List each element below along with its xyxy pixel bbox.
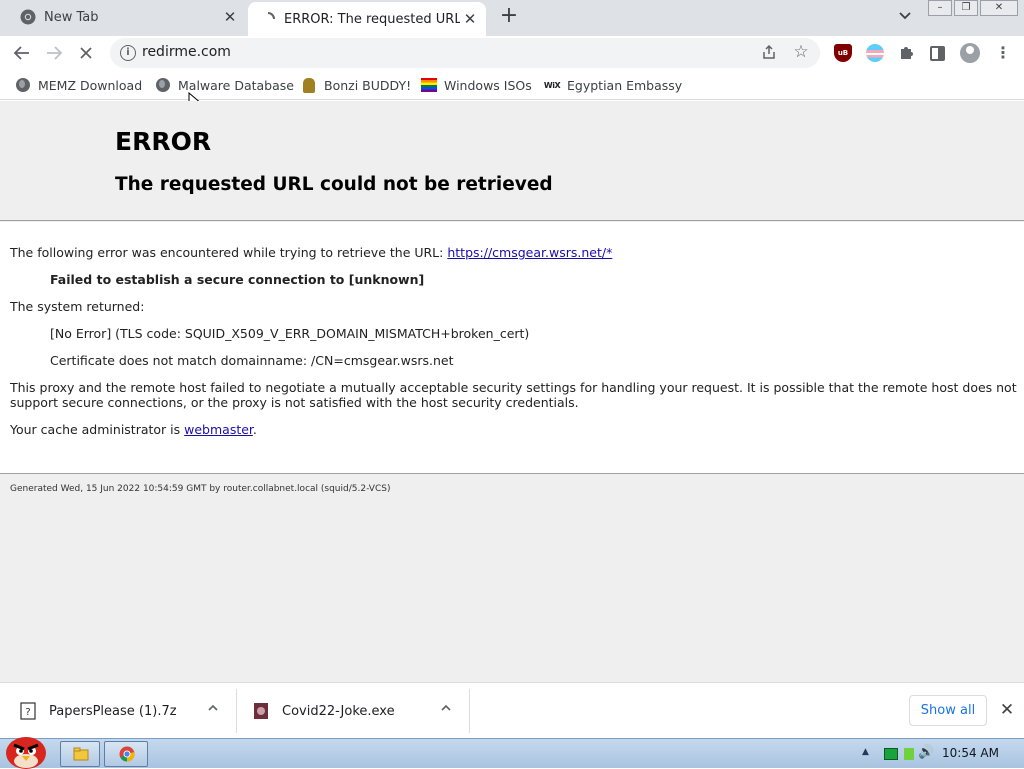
bookmark-star-icon[interactable]: ☆ bbox=[792, 42, 810, 62]
tray-expand-icon[interactable]: ▲ bbox=[862, 747, 869, 757]
svg-text:?: ? bbox=[25, 707, 30, 718]
page-content: ERROR The requested URL could not be ret… bbox=[0, 101, 1024, 682]
requested-url-link[interactable]: https://cmsgear.wsrs.net/* bbox=[447, 245, 612, 260]
network-icon[interactable] bbox=[884, 748, 898, 760]
forward-arrow-icon[interactable] bbox=[42, 41, 66, 65]
ublock-origin-icon[interactable]: uB bbox=[834, 44, 852, 62]
bookmark-bonzi-buddy[interactable]: Bonzi BUDDY! bbox=[301, 75, 411, 95]
bookmark-label: Windows ISOs bbox=[444, 77, 532, 93]
close-tab-icon[interactable]: ✕ bbox=[220, 7, 240, 27]
bookmark-windows-isos[interactable]: Windows ISOs bbox=[421, 75, 532, 95]
chrome-icon bbox=[119, 746, 135, 762]
error-body: The following error was encountered whil… bbox=[0, 222, 1024, 474]
rainbow-flag-icon bbox=[421, 77, 437, 93]
archive-icon: ? bbox=[20, 702, 36, 720]
taskbar-chrome-button[interactable] bbox=[104, 741, 148, 767]
tab-title: New Tab bbox=[44, 9, 99, 25]
globe-icon bbox=[15, 77, 31, 93]
explanation-line-2: support secure connections, or the proxy… bbox=[10, 395, 579, 410]
download-item-covid22[interactable]: Covid22-Joke.exe bbox=[253, 683, 395, 739]
tab-error-page[interactable]: ERROR: The requested URL could not be re… bbox=[248, 2, 486, 36]
cache-admin-suffix: . bbox=[252, 422, 257, 437]
back-arrow-icon[interactable] bbox=[10, 41, 34, 65]
error-intro-line: The following error was encountered whil… bbox=[10, 245, 612, 260]
restore-icon[interactable]: ❐ bbox=[954, 0, 978, 16]
taskbar: ▲ 🔊 10:54 AM bbox=[0, 737, 1024, 769]
chrome-icon bbox=[20, 9, 36, 25]
loading-icon bbox=[260, 11, 276, 27]
tab-title: ERROR: The requested URL could not be re… bbox=[284, 11, 460, 27]
minimize-icon[interactable]: – bbox=[928, 0, 952, 16]
generated-footer: Generated Wed, 15 Jun 2022 10:54:59 GMT … bbox=[10, 484, 391, 494]
stop-loading-icon[interactable] bbox=[74, 41, 98, 65]
chevron-up-icon[interactable] bbox=[438, 702, 454, 718]
tab-new-tab[interactable]: New Tab ✕ bbox=[8, 0, 246, 34]
extension-flag-icon[interactable] bbox=[866, 44, 884, 62]
show-all-button[interactable]: Show all bbox=[909, 695, 987, 726]
bookmark-label: Egyptian Embassy bbox=[567, 77, 683, 93]
bookmark-memz-download[interactable]: MEMZ Download bbox=[15, 75, 142, 95]
explanation-line-1: This proxy and the remote host failed to… bbox=[10, 380, 1017, 395]
page-subtitle: The requested URL could not be retrieved bbox=[115, 174, 553, 195]
side-panel-icon[interactable] bbox=[930, 46, 945, 61]
certificate-mismatch-text: Certificate does not match domainname: /… bbox=[50, 353, 454, 368]
bookmark-malware-database[interactable]: Malware Database bbox=[155, 75, 294, 95]
taskbar-explorer-button[interactable] bbox=[60, 741, 100, 767]
chevron-up-icon[interactable] bbox=[205, 702, 221, 718]
globe-icon bbox=[155, 77, 171, 93]
profile-avatar-icon[interactable] bbox=[960, 43, 980, 63]
download-filename: PapersPlease (1).7z bbox=[49, 703, 177, 719]
webmaster-link[interactable]: webmaster bbox=[184, 422, 253, 437]
download-filename: Covid22-Joke.exe bbox=[282, 703, 395, 719]
browser-menu-icon[interactable]: ⋮ bbox=[994, 44, 1012, 62]
bookmarks-bar: MEMZ Download Malware Database Bonzi BUD… bbox=[0, 70, 1024, 113]
window-close-icon[interactable]: ✕ bbox=[980, 0, 1018, 16]
tls-error-code: [No Error] (TLS code: SQUID_X509_V_ERR_D… bbox=[50, 326, 530, 341]
bookmark-egyptian-embassy[interactable]: WiX Egyptian Embassy bbox=[544, 75, 682, 95]
error-intro-text: The following error was encountered whil… bbox=[10, 245, 444, 260]
site-info-icon[interactable]: i bbox=[120, 45, 136, 61]
close-tab-icon[interactable]: ✕ bbox=[460, 9, 480, 29]
close-downloads-icon[interactable]: ✕ bbox=[998, 701, 1016, 719]
page-title: ERROR bbox=[115, 127, 212, 156]
window-controls: – ❐ ✕ bbox=[928, 0, 1018, 18]
folder-icon bbox=[73, 747, 89, 761]
bookmark-label: Malware Database bbox=[178, 77, 294, 93]
downloads-bar: ? PapersPlease (1).7z Covid22-Joke.exe S… bbox=[0, 682, 1024, 738]
download-separator bbox=[469, 689, 470, 733]
error-bold-message: Failed to establish a secure connection … bbox=[50, 272, 425, 287]
start-button-angry-bird-icon[interactable] bbox=[2, 731, 50, 769]
bookmark-label: Bonzi BUDDY! bbox=[324, 77, 412, 93]
share-icon[interactable] bbox=[760, 44, 778, 62]
system-returned-label: The system returned: bbox=[10, 299, 145, 314]
tab-strip: New Tab ✕ ERROR: The requested URL could… bbox=[0, 0, 1024, 36]
tray-status-icon[interactable] bbox=[904, 748, 914, 760]
exe-icon bbox=[254, 703, 268, 719]
download-separator bbox=[236, 689, 237, 733]
cache-admin-line: Your cache administrator is webmaster. bbox=[10, 422, 257, 437]
new-tab-button[interactable]: + bbox=[498, 5, 520, 28]
bonzi-icon bbox=[301, 77, 317, 93]
volume-icon[interactable]: 🔊 bbox=[918, 745, 934, 760]
cache-admin-text: Your cache administrator is bbox=[10, 422, 181, 437]
error-header: ERROR The requested URL could not be ret… bbox=[0, 101, 1024, 221]
extensions-puzzle-icon[interactable] bbox=[898, 44, 916, 62]
tab-search-icon[interactable] bbox=[896, 8, 914, 26]
address-bar[interactable]: i redirme.com ☆ bbox=[110, 38, 820, 68]
bookmark-label: MEMZ Download bbox=[38, 77, 143, 93]
wix-icon: WiX bbox=[543, 80, 561, 90]
browser-toolbar: i redirme.com ☆ uB ⋮ bbox=[0, 36, 1024, 70]
url-text[interactable]: redirme.com bbox=[142, 44, 231, 60]
taskbar-clock[interactable]: 10:54 AM bbox=[942, 746, 999, 760]
